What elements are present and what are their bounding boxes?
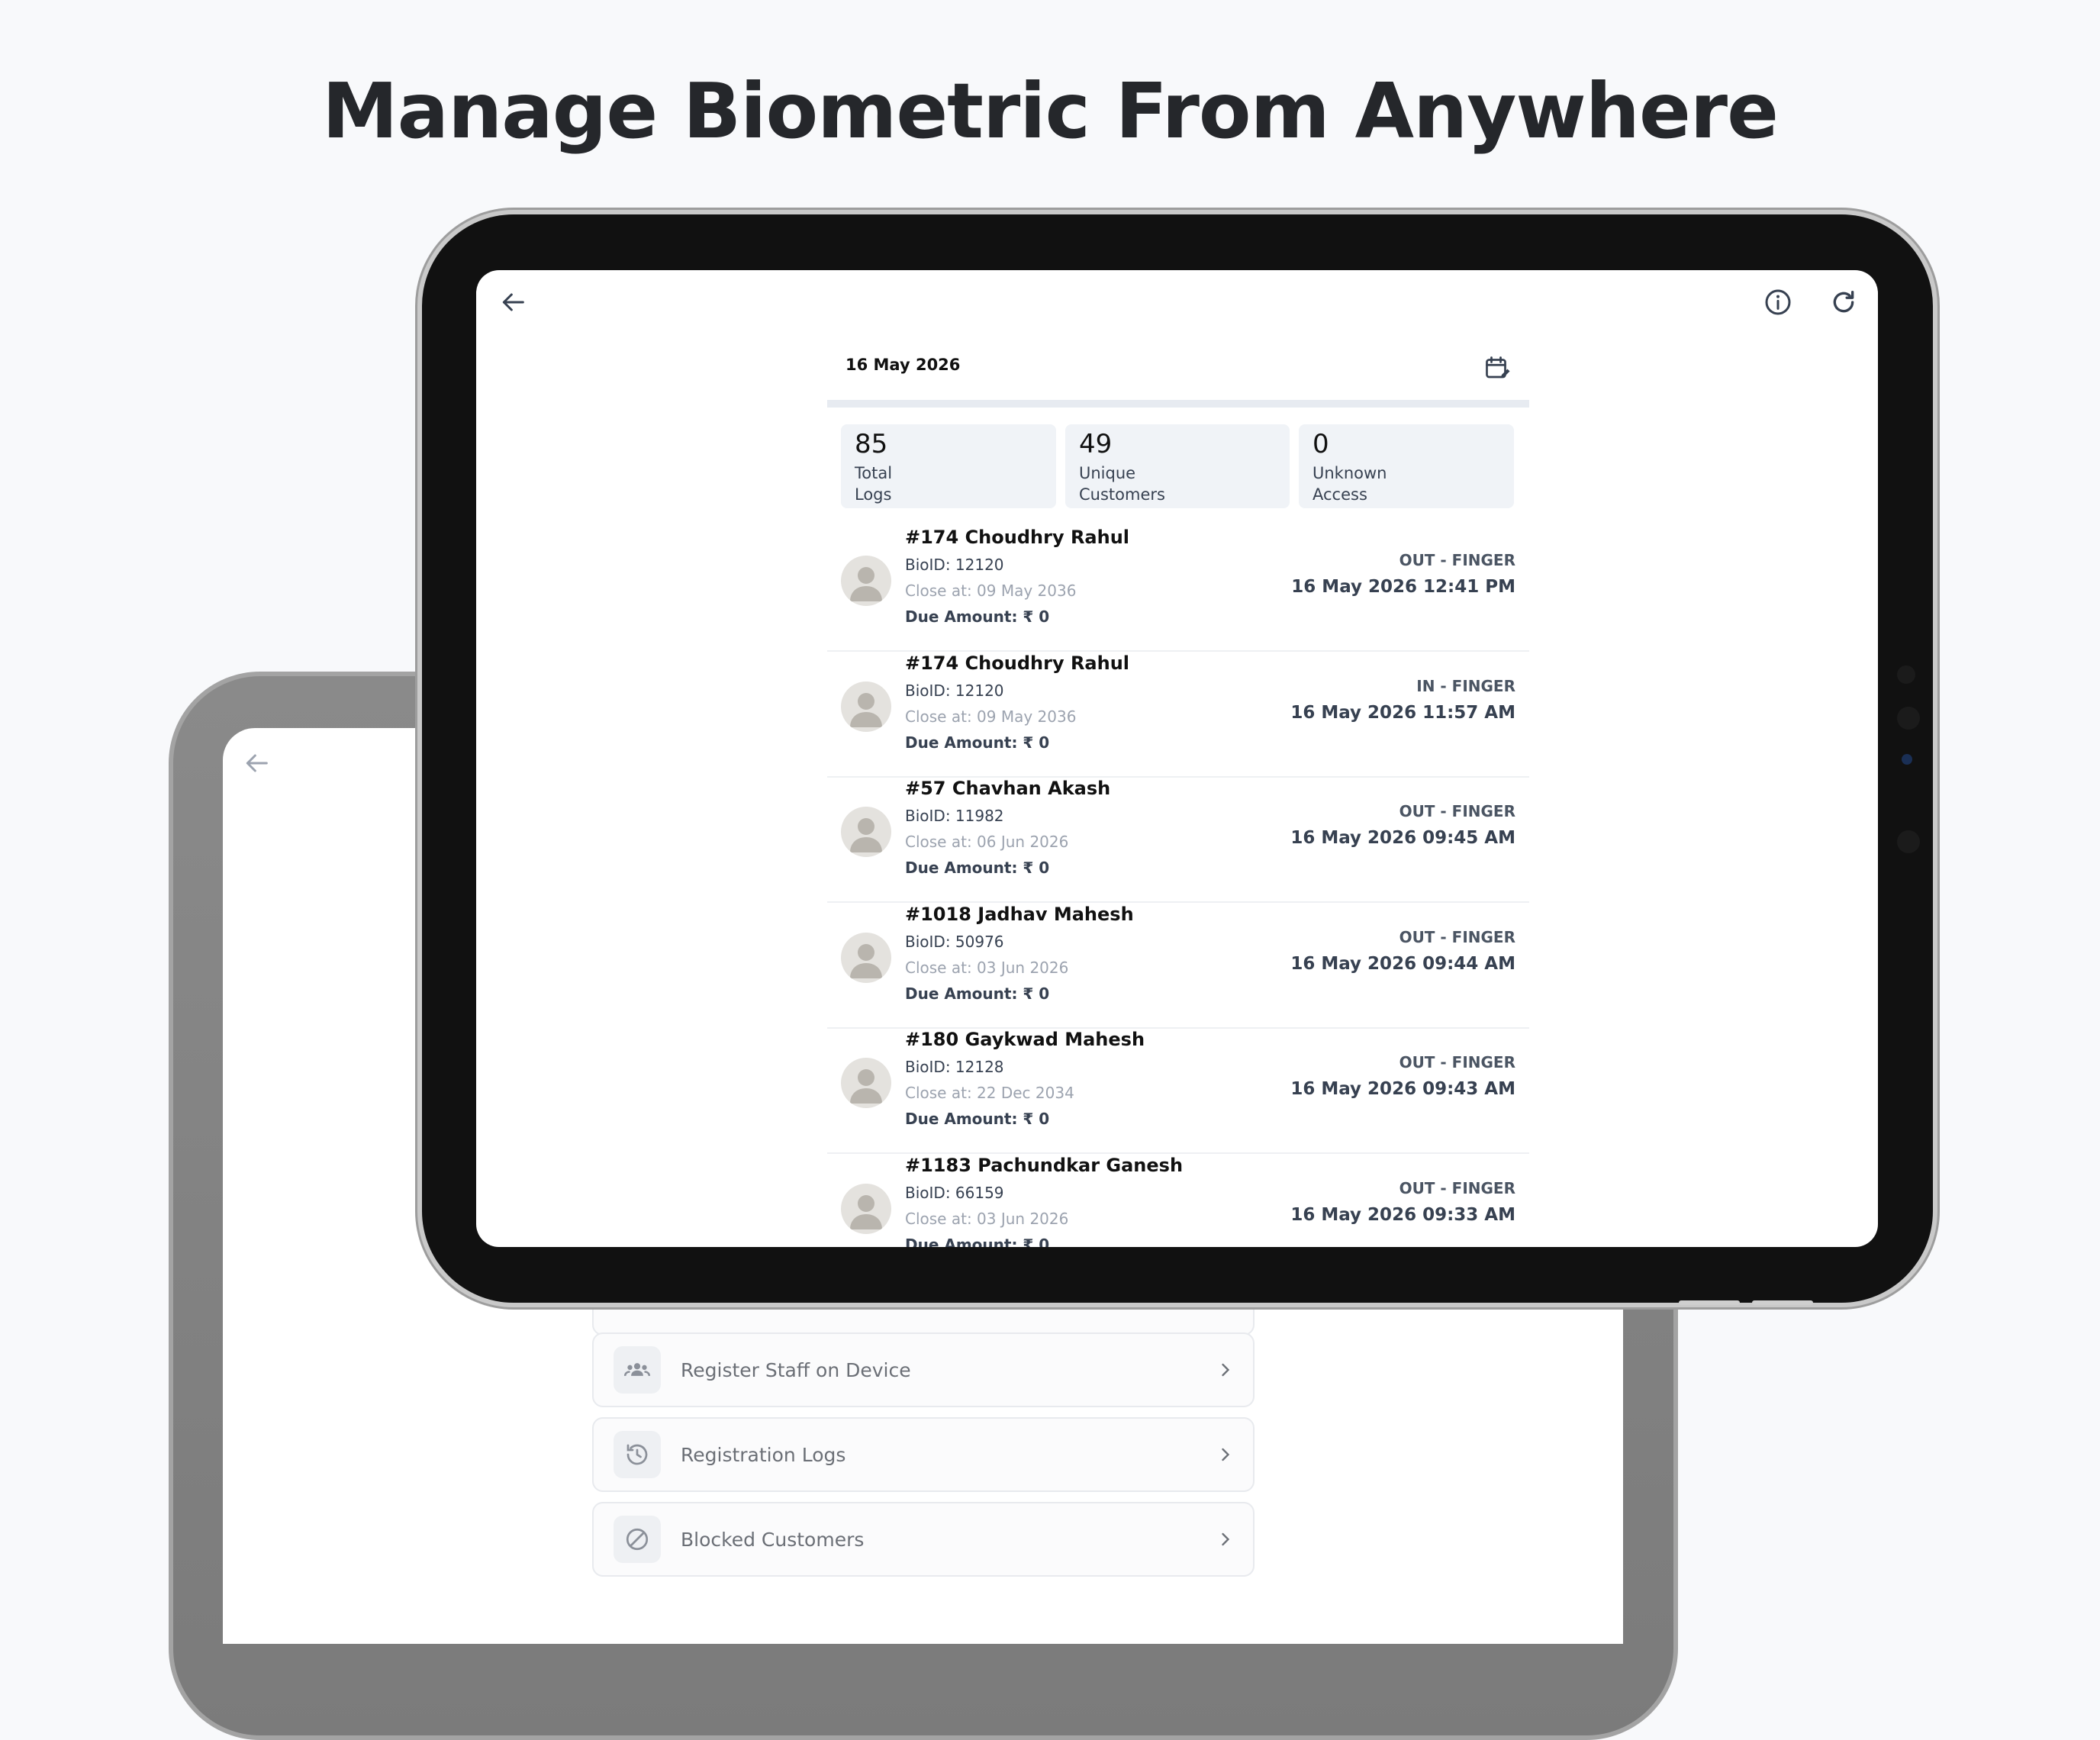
- camera-lens: [1897, 707, 1920, 730]
- camera-sensor: [1902, 754, 1912, 765]
- stat-value: 0: [1312, 429, 1329, 459]
- close-date: Close at: 03 Jun 2026: [905, 1209, 1069, 1228]
- refresh-icon[interactable]: [1828, 287, 1859, 317]
- customer-name: #1183 Pachundkar Ganesh: [905, 1154, 1184, 1176]
- due-amount: Due Amount: ₹ 0: [905, 1110, 1050, 1128]
- chevron-right-icon: [1222, 1532, 1230, 1546]
- access-type: IN - FINGER: [1416, 676, 1515, 695]
- due-amount: Due Amount: ₹ 0: [905, 733, 1050, 752]
- access-time: 16 May 2026 09:43 AM: [1290, 1079, 1515, 1099]
- menu-item-register-staff[interactable]: Register Staff on Device: [592, 1332, 1255, 1407]
- access-type: OUT - FINGER: [1399, 1053, 1515, 1071]
- log-row[interactable]: #1183 Pachundkar Ganesh BioID: 66159 Close…: [827, 1153, 1529, 1248]
- access-type: OUT - FINGER: [1399, 927, 1515, 946]
- volume-button: [1679, 1300, 1740, 1305]
- stat-value: 49: [1079, 429, 1113, 459]
- access-type: OUT - FINGER: [1399, 551, 1515, 569]
- camera-lens: [1897, 830, 1920, 853]
- stat-label: Unknown Access: [1312, 464, 1387, 504]
- bio-id: BioID: 66159: [905, 1183, 1004, 1202]
- chevron-right-icon: [1222, 1448, 1230, 1461]
- access-type: OUT - FINGER: [1399, 1178, 1515, 1197]
- close-date: Close at: 09 May 2036: [905, 582, 1077, 600]
- access-type: OUT - FINGER: [1399, 802, 1515, 820]
- close-date: Close at: 06 Jun 2026: [905, 833, 1069, 851]
- bio-id: BioID: 11982: [905, 807, 1004, 825]
- blocked-icon: [614, 1516, 661, 1563]
- close-date: Close at: 09 May 2036: [905, 707, 1077, 726]
- bio-id: BioID: 50976: [905, 932, 1004, 951]
- customer-name: #180 Gaykwad Mahesh: [905, 1029, 1145, 1050]
- menu-item-registration-logs[interactable]: Registration Logs: [592, 1417, 1255, 1492]
- due-amount: Due Amount: ₹ 0: [905, 1235, 1050, 1248]
- avatar-icon: [841, 556, 891, 606]
- customer-name: #174 Choudhry Rahul: [905, 652, 1130, 674]
- access-time: 16 May 2026 09:45 AM: [1290, 828, 1515, 848]
- bio-id: BioID: 12120: [905, 681, 1004, 700]
- log-row[interactable]: #174 Choudhry Rahul BioID: 12120 Close at:…: [827, 525, 1529, 652]
- menu-item-blocked-customers[interactable]: Blocked Customers: [592, 1502, 1255, 1577]
- staff-icon: [614, 1346, 661, 1394]
- customer-name: #1018 Jadhav Mahesh: [905, 903, 1134, 925]
- chevron-right-icon: [1222, 1363, 1230, 1377]
- history-icon: [614, 1431, 661, 1478]
- stat-unknown-access: 0 Unknown Access: [1299, 424, 1514, 508]
- due-amount: Due Amount: ₹ 0: [905, 984, 1050, 1003]
- customer-name: #57 Chavhan Akash: [905, 778, 1111, 799]
- customer-name: #174 Choudhry Rahul: [905, 527, 1130, 548]
- stat-total-logs: 85 Total Logs: [841, 424, 1056, 508]
- logs-panel: 16 May 2026 85 Total Logs 49 Unique Cust…: [827, 270, 1529, 1247]
- camera-dot: [1897, 665, 1915, 684]
- access-time: 16 May 2026 12:41 PM: [1291, 577, 1515, 597]
- due-amount: Due Amount: ₹ 0: [905, 607, 1050, 626]
- stat-value: 85: [855, 429, 888, 459]
- menu-label: Register Staff on Device: [681, 1358, 911, 1381]
- avatar-icon: [841, 807, 891, 857]
- access-time: 16 May 2026 09:33 AM: [1290, 1204, 1515, 1225]
- avatar-icon: [841, 681, 891, 732]
- back-arrow-icon[interactable]: [498, 287, 528, 317]
- bio-id: BioID: 12120: [905, 556, 1004, 574]
- bio-id: BioID: 12128: [905, 1058, 1004, 1076]
- avatar-icon: [841, 932, 891, 983]
- date-divider: [827, 400, 1529, 408]
- back-arrow-icon[interactable]: [241, 748, 272, 778]
- close-date: Close at: 22 Dec 2034: [905, 1084, 1074, 1102]
- access-time: 16 May 2026 09:44 AM: [1290, 953, 1515, 974]
- info-icon[interactable]: [1763, 287, 1793, 317]
- access-time: 16 May 2026 11:57 AM: [1290, 702, 1515, 723]
- page-headline: Manage Biometric From Anywhere: [322, 66, 1779, 156]
- log-row[interactable]: #1018 Jadhav Mahesh BioID: 50976 Close at:…: [827, 902, 1529, 1029]
- selected-date: 16 May 2026: [845, 356, 961, 374]
- log-row[interactable]: #174 Choudhry Rahul BioID: 12120 Close at:…: [827, 651, 1529, 778]
- stat-unique-customers: 49 Unique Customers: [1065, 424, 1290, 508]
- stat-label: Unique Customers: [1079, 464, 1165, 504]
- calendar-edit-icon[interactable]: [1483, 354, 1511, 382]
- avatar-icon: [841, 1058, 891, 1108]
- log-row[interactable]: #57 Chavhan Akash BioID: 11982 Close at: 0…: [827, 776, 1529, 903]
- menu-label: Blocked Customers: [681, 1528, 865, 1551]
- menu-label: Registration Logs: [681, 1443, 846, 1466]
- due-amount: Due Amount: ₹ 0: [905, 859, 1050, 877]
- stat-label: Total Logs: [855, 464, 893, 504]
- front-tablet-screen: 16 May 2026 85 Total Logs 49 Unique Cust…: [476, 270, 1878, 1247]
- avatar-icon: [841, 1183, 891, 1234]
- volume-button: [1752, 1300, 1813, 1305]
- close-date: Close at: 03 Jun 2026: [905, 958, 1069, 977]
- log-row[interactable]: #180 Gaykwad Mahesh BioID: 12128 Close at:…: [827, 1027, 1529, 1154]
